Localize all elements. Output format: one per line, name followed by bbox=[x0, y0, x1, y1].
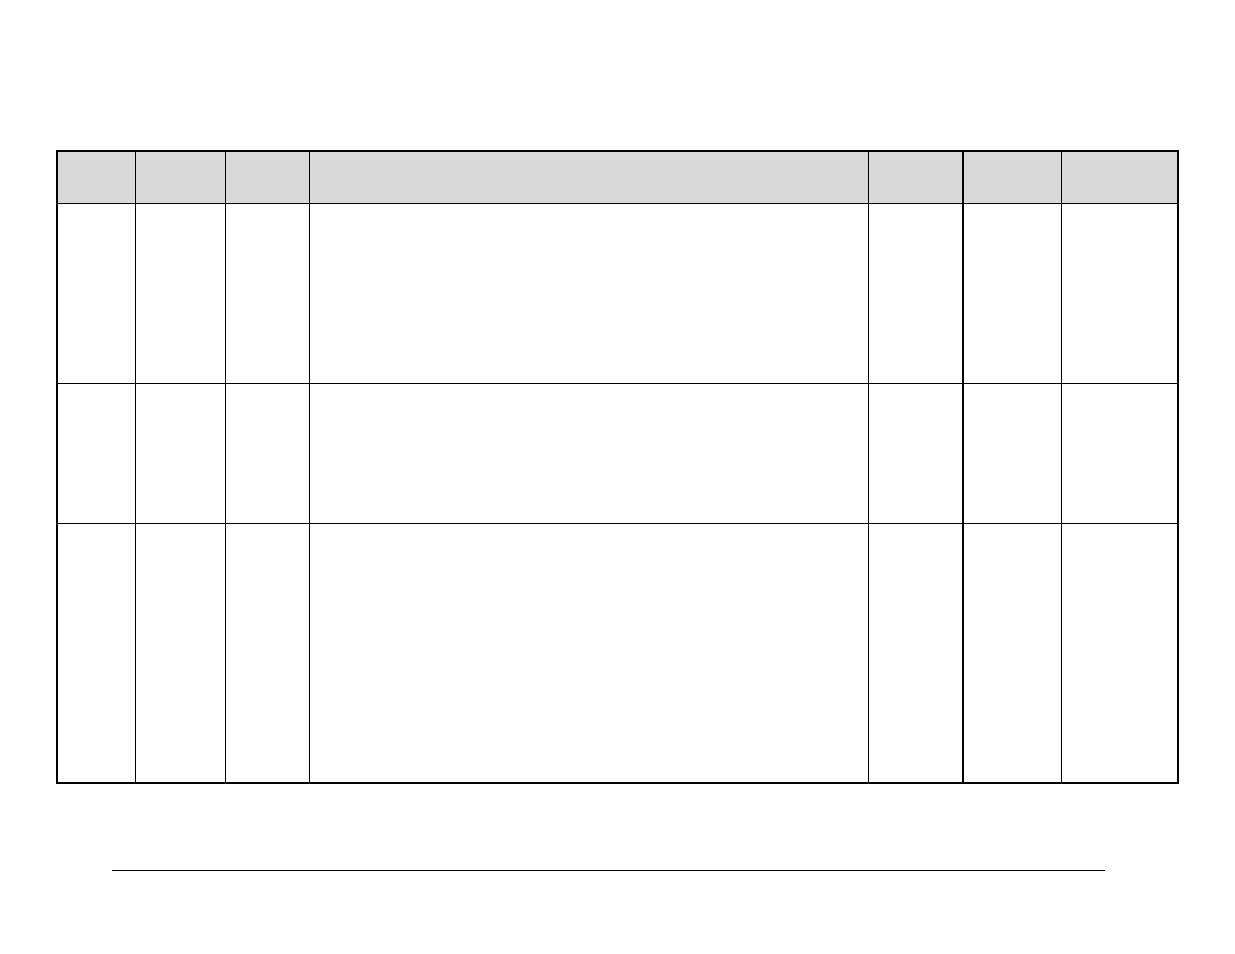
table-cell bbox=[309, 203, 868, 383]
table-header bbox=[57, 151, 135, 203]
table-header bbox=[309, 151, 868, 203]
table-cell bbox=[57, 203, 135, 383]
table-cell bbox=[868, 383, 962, 523]
document-page bbox=[0, 0, 1235, 954]
table-header bbox=[135, 151, 225, 203]
table-cell bbox=[868, 523, 962, 783]
table-cell bbox=[309, 383, 868, 523]
table-cell bbox=[225, 203, 309, 383]
table-cell bbox=[963, 383, 1062, 523]
table-cell bbox=[868, 203, 962, 383]
table-cell bbox=[1062, 203, 1178, 383]
data-table bbox=[56, 150, 1179, 784]
table-cell bbox=[57, 383, 135, 523]
table-cell bbox=[1062, 383, 1178, 523]
table-cell bbox=[135, 523, 225, 783]
table-cell bbox=[135, 383, 225, 523]
table-cell bbox=[963, 203, 1062, 383]
table-header-row bbox=[57, 151, 1178, 203]
table-header bbox=[963, 151, 1062, 203]
table-header bbox=[1062, 151, 1178, 203]
table-header bbox=[225, 151, 309, 203]
table-cell bbox=[135, 203, 225, 383]
table-row bbox=[57, 523, 1178, 783]
table-cell bbox=[1062, 523, 1178, 783]
table-header bbox=[868, 151, 962, 203]
table-cell bbox=[309, 523, 868, 783]
footer-rule bbox=[112, 870, 1105, 871]
table-row bbox=[57, 383, 1178, 523]
table-cell bbox=[57, 523, 135, 783]
table-row bbox=[57, 203, 1178, 383]
table-cell bbox=[225, 523, 309, 783]
table-cell bbox=[225, 383, 309, 523]
table-cell bbox=[963, 523, 1062, 783]
